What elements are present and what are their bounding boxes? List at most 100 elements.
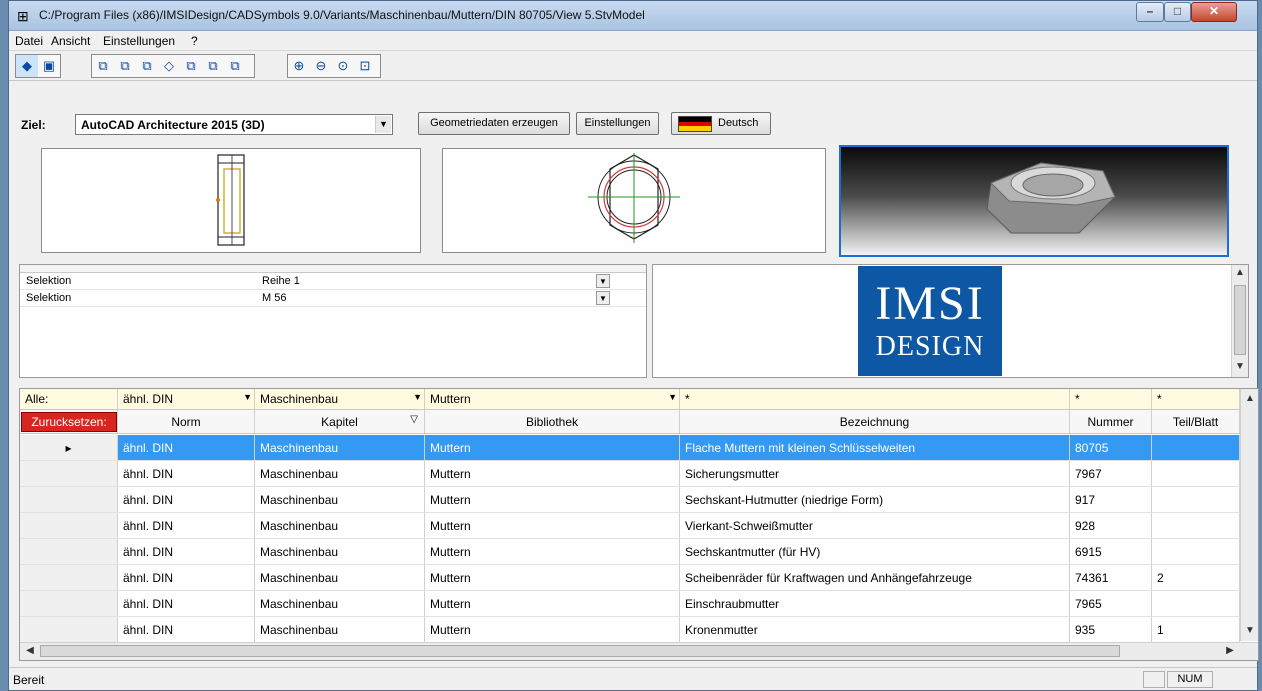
column-header-norm[interactable]: Norm bbox=[118, 410, 255, 433]
column-header-teil-blatt[interactable]: Teil/Blatt bbox=[1152, 410, 1240, 433]
cell-norm[interactable]: ähnl. DIN bbox=[118, 487, 255, 512]
cell-bezeichnung[interactable]: Scheibenräder für Kraftwagen und Anhänge… bbox=[680, 565, 1070, 590]
table-row[interactable]: ähnl. DIN Maschinenbau Muttern Sechskantmut… bbox=[20, 539, 1240, 565]
cell-nummer[interactable]: 917 bbox=[1070, 487, 1152, 512]
filter-norm[interactable]: ähnl. DIN ▼ bbox=[118, 389, 255, 409]
cell-norm[interactable]: ähnl. DIN bbox=[118, 435, 255, 460]
cell-nummer[interactable]: 7967 bbox=[1070, 461, 1152, 486]
chevron-down-icon[interactable]: ▼ bbox=[668, 392, 677, 402]
property-value-size[interactable]: M 56 bbox=[262, 292, 286, 304]
chevron-down-icon[interactable]: ▼ bbox=[596, 274, 610, 288]
3d-preview-panel[interactable] bbox=[839, 145, 1229, 257]
cell-norm[interactable]: ähnl. DIN bbox=[118, 617, 255, 642]
column-header-nummer[interactable]: Nummer bbox=[1070, 410, 1152, 433]
cell-nummer[interactable]: 6915 bbox=[1070, 539, 1152, 564]
filter-teil-blatt[interactable]: * bbox=[1152, 389, 1240, 409]
chevron-down-icon[interactable]: ▼ bbox=[596, 291, 610, 305]
front-view-icon[interactable]: ⧉ bbox=[92, 55, 114, 77]
top-view-icon[interactable]: ⧉ bbox=[202, 55, 224, 77]
chevron-down-icon[interactable]: ▼ bbox=[413, 392, 422, 402]
cell-kapitel[interactable]: Maschinenbau bbox=[255, 487, 425, 512]
table-row[interactable]: ▸ ähnl. DIN Maschinenbau Muttern Flache Mutt… bbox=[20, 435, 1240, 461]
cell-bezeichnung[interactable]: Einschraubmutter bbox=[680, 591, 1070, 616]
logo-scrollbar[interactable]: ▲ ▼ bbox=[1231, 265, 1248, 377]
right-view-icon[interactable]: ⧉ bbox=[180, 55, 202, 77]
cell-norm[interactable]: ähnl. DIN bbox=[118, 513, 255, 538]
cell-nummer[interactable]: 935 bbox=[1070, 617, 1152, 642]
table-horizontal-scrollbar[interactable]: ◀ ▶ bbox=[20, 642, 1258, 660]
table-row[interactable]: ähnl. DIN Maschinenbau Muttern Scheibenräde… bbox=[20, 565, 1240, 591]
chevron-down-icon[interactable]: ▼ bbox=[243, 392, 252, 402]
cell-kapitel[interactable]: Maschinenbau bbox=[255, 565, 425, 590]
cell-bibliothek[interactable]: Muttern bbox=[425, 565, 680, 590]
scroll-thumb[interactable] bbox=[40, 645, 1120, 657]
cell-bibliothek[interactable]: Muttern bbox=[425, 539, 680, 564]
target-select[interactable]: AutoCAD Architecture 2015 (3D) ▼ bbox=[75, 114, 393, 135]
scroll-left-icon[interactable]: ◀ bbox=[22, 643, 38, 659]
filter-bezeichnung[interactable]: * bbox=[680, 389, 1070, 409]
table-row[interactable]: ähnl. DIN Maschinenbau Muttern Sechskant-Hu… bbox=[20, 487, 1240, 513]
row-header[interactable] bbox=[20, 487, 118, 512]
column-header-kapitel[interactable]: Kapitel ▽ bbox=[255, 410, 425, 433]
cell-nummer[interactable]: 928 bbox=[1070, 513, 1152, 538]
cell-teil-blatt[interactable]: 1 bbox=[1152, 617, 1240, 642]
cell-teil-blatt[interactable] bbox=[1152, 435, 1240, 460]
iso-view-icon[interactable]: ◇ bbox=[158, 55, 180, 77]
cell-kapitel[interactable]: Maschinenbau bbox=[255, 591, 425, 616]
back-view-icon[interactable]: ⧉ bbox=[114, 55, 136, 77]
cell-kapitel[interactable]: Maschinenbau bbox=[255, 617, 425, 642]
scroll-up-icon[interactable]: ▲ bbox=[1242, 391, 1258, 407]
chevron-down-icon[interactable]: ▼ bbox=[375, 116, 391, 133]
zoom-fit-icon[interactable]: ⊙ bbox=[332, 55, 354, 77]
settings-button[interactable]: Einstellungen bbox=[576, 112, 659, 135]
cell-teil-blatt[interactable]: 2 bbox=[1152, 565, 1240, 590]
cell-norm[interactable]: ähnl. DIN bbox=[118, 461, 255, 486]
menu-help[interactable]: ? bbox=[191, 34, 198, 48]
cell-teil-blatt[interactable] bbox=[1152, 513, 1240, 538]
column-header-bibliothek[interactable]: Bibliothek bbox=[425, 410, 680, 433]
cell-teil-blatt[interactable] bbox=[1152, 461, 1240, 486]
row-header[interactable] bbox=[20, 617, 118, 642]
filter-kapitel[interactable]: Maschinenbau ▼ bbox=[255, 389, 425, 409]
side-view-panel[interactable] bbox=[41, 148, 421, 253]
cell-bibliothek[interactable]: Muttern bbox=[425, 461, 680, 486]
property-value-reihe[interactable]: Reihe 1 bbox=[262, 275, 300, 287]
filter-bibliothek[interactable]: Muttern ▼ bbox=[425, 389, 680, 409]
cell-kapitel[interactable]: Maschinenbau bbox=[255, 539, 425, 564]
minimize-button[interactable]: – bbox=[1136, 2, 1164, 22]
cell-nummer[interactable]: 80705 bbox=[1070, 435, 1152, 460]
zoom-in-icon[interactable]: ⊕ bbox=[288, 55, 310, 77]
cell-teil-blatt[interactable] bbox=[1152, 539, 1240, 564]
table-row[interactable]: ähnl. DIN Maschinenbau Muttern Sicherungsmu… bbox=[20, 461, 1240, 487]
cell-norm[interactable]: ähnl. DIN bbox=[118, 591, 255, 616]
cell-kapitel[interactable]: Maschinenbau bbox=[255, 435, 425, 460]
table-row[interactable]: ähnl. DIN Maschinenbau Muttern Kronenmutter… bbox=[20, 617, 1240, 643]
cell-nummer[interactable]: 7965 bbox=[1070, 591, 1152, 616]
scroll-right-icon[interactable]: ▶ bbox=[1222, 643, 1238, 659]
left-view-icon[interactable]: ⧉ bbox=[136, 55, 158, 77]
generate-geometry-button[interactable]: Geometriedaten erzeugen bbox=[418, 112, 570, 135]
menu-datei[interactable]: Datei bbox=[15, 34, 43, 48]
row-header[interactable] bbox=[20, 539, 118, 564]
row-header[interactable] bbox=[20, 461, 118, 486]
close-button[interactable]: ✕ bbox=[1191, 2, 1237, 22]
scroll-down-icon[interactable]: ▼ bbox=[1242, 623, 1258, 639]
column-header-bezeichnung[interactable]: Bezeichnung bbox=[680, 410, 1070, 433]
scroll-thumb[interactable] bbox=[1234, 285, 1246, 355]
table-vertical-scrollbar[interactable]: ▲ ▼ bbox=[1240, 389, 1258, 641]
menu-ansicht[interactable]: Ansicht bbox=[51, 34, 90, 48]
table-row[interactable]: ähnl. DIN Maschinenbau Muttern Einschraubmu… bbox=[20, 591, 1240, 617]
cell-norm[interactable]: ähnl. DIN bbox=[118, 539, 255, 564]
cell-bibliothek[interactable]: Muttern bbox=[425, 487, 680, 512]
bottom-view-icon[interactable]: ⧉ bbox=[224, 55, 246, 77]
table-row[interactable]: ähnl. DIN Maschinenbau Muttern Vierkant-Sch… bbox=[20, 513, 1240, 539]
cell-bezeichnung[interactable]: Sicherungsmutter bbox=[680, 461, 1070, 486]
front-view-panel[interactable] bbox=[442, 148, 826, 253]
cell-kapitel[interactable]: Maschinenbau bbox=[255, 513, 425, 538]
row-header[interactable] bbox=[20, 565, 118, 590]
cell-teil-blatt[interactable] bbox=[1152, 591, 1240, 616]
cell-kapitel[interactable]: Maschinenbau bbox=[255, 461, 425, 486]
cell-teil-blatt[interactable] bbox=[1152, 487, 1240, 512]
filter-nummer[interactable]: * bbox=[1070, 389, 1152, 409]
cell-bezeichnung[interactable]: Vierkant-Schweißmutter bbox=[680, 513, 1070, 538]
